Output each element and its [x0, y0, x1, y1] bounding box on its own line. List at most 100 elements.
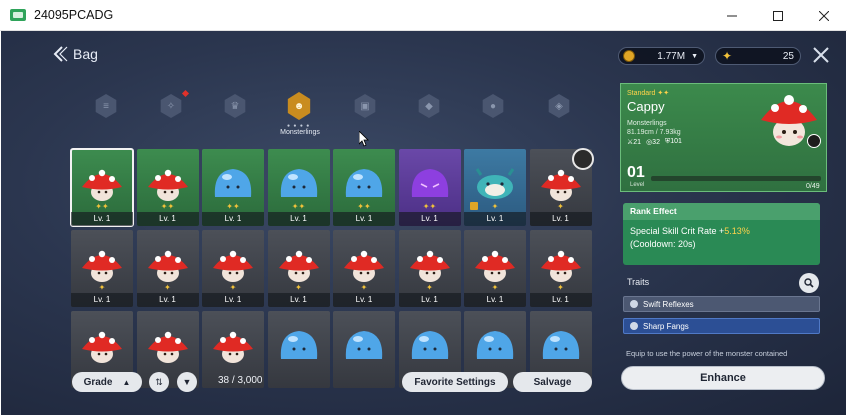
category-tab-box[interactable]: ▣	[352, 93, 378, 119]
mushroom-monster-icon	[540, 250, 581, 282]
window-title: 24095PCADG	[34, 8, 114, 22]
monster-slot[interactable]: ✦ Lv. 1	[529, 230, 592, 307]
rank-stars-icon: ✦	[360, 283, 368, 292]
slot-level: Lv. 1	[464, 212, 526, 226]
slot-level: Lv. 1	[136, 212, 199, 226]
slot-level: Lv. 1	[267, 293, 330, 307]
bag-count: 38 / 3,000	[218, 375, 263, 386]
trait-search-button[interactable]	[799, 273, 819, 293]
category-tab-gift[interactable]: ✧	[158, 89, 190, 119]
monster-slot[interactable]: ✦✦ Lv. 1	[70, 148, 134, 227]
slot-level: Lv. 1	[267, 212, 330, 226]
monster-slot[interactable]: ✦✦ Lv. 1	[398, 149, 461, 226]
slime-monster-icon	[476, 331, 514, 359]
rank-effect-title: Rank Effect	[623, 203, 820, 220]
monster-slot[interactable]: ✦ Lv. 1	[71, 230, 133, 307]
defense-stat: ⛨101	[664, 138, 682, 145]
filter-button[interactable]: ▼	[177, 372, 197, 392]
category-tab-bomb[interactable]: ●	[480, 93, 506, 119]
rank-effect-body: Special Skill Crit Rate +5.13% (Cooldown…	[623, 220, 820, 256]
maximize-icon	[773, 10, 783, 21]
slot-level: Lv. 1	[529, 212, 592, 226]
lock-icon[interactable]	[807, 134, 821, 148]
trait-item[interactable]: Sharp Fangs	[623, 318, 820, 334]
monster-slot[interactable]: ✦ Lv. 1	[464, 230, 526, 307]
gold-coin-icon	[623, 50, 635, 62]
monster-slot[interactable]: ✦ Lv. 1	[464, 149, 526, 226]
monster-slot[interactable]: ✦ Lv. 1	[333, 230, 395, 307]
gold-amount: 1.77M	[657, 50, 686, 62]
profile-avatar[interactable]	[572, 148, 594, 170]
monster-slot[interactable]	[333, 311, 395, 388]
trait-label: Swift Reflexes	[643, 299, 694, 309]
rank-stars-icon: ✦	[491, 202, 499, 211]
monster-slot[interactable]: ✦ Lv. 1	[267, 230, 330, 307]
rank-stars-icon: ✦✦	[95, 202, 109, 211]
grade-sort-button[interactable]: Grade ▲	[72, 372, 142, 392]
slime-monster-icon	[345, 169, 383, 197]
sort-order-button[interactable]: ⇅	[149, 372, 169, 392]
monster-slot[interactable]: ✦✦ Lv. 1	[136, 149, 199, 226]
monster-slot[interactable]: ✦ Lv. 1	[136, 230, 199, 307]
rank-stars-icon: ✦✦	[160, 202, 175, 211]
chevron-down-icon: ▼	[691, 52, 698, 60]
mushroom-monster-icon	[540, 169, 581, 201]
category-tab-crown[interactable]: ♛	[222, 93, 248, 119]
enhance-button[interactable]: Enhance	[621, 366, 825, 390]
attack-stat: ⚔21	[627, 139, 642, 146]
trait-item[interactable]: Swift Reflexes	[623, 296, 820, 312]
level-number: 01	[627, 164, 645, 181]
mushroom-monster-icon	[409, 250, 450, 282]
category-tab-monster[interactable]: ☻	[286, 92, 312, 120]
rank-stars-icon: ✦✦	[291, 202, 306, 211]
close-bag-button[interactable]	[811, 46, 831, 66]
minimize-button[interactable]	[709, 0, 755, 31]
mushroom-monster-icon	[213, 250, 253, 282]
traits-title: Traits	[627, 277, 650, 287]
favorite-settings-button[interactable]: Favorite Settings	[402, 372, 508, 392]
all-icon: ≡	[95, 94, 117, 118]
bomb-icon: ●	[482, 94, 504, 118]
mouse-cursor-icon	[359, 131, 369, 147]
category-tab-gem[interactable]: ◈	[546, 93, 572, 119]
slime-monster-icon	[214, 169, 252, 197]
window-titlebar: 24095PCADG	[0, 0, 847, 31]
monster-stats: ⚔21 ◎32 ⛨101	[627, 138, 682, 146]
grade-label: Grade	[83, 376, 113, 388]
slot-level: Lv. 1	[398, 212, 461, 226]
category-tab-diamond[interactable]: ◆	[416, 93, 442, 119]
monster-slot[interactable]: ✦ Lv. 1	[398, 230, 461, 307]
rank-stars-icon: ✦	[557, 283, 564, 292]
monster-slot[interactable]	[267, 311, 330, 388]
mushroom-monster-icon	[147, 169, 188, 201]
slime-monster-icon	[280, 169, 317, 197]
monster-slot[interactable]: ✦✦ Lv. 1	[267, 149, 330, 226]
monster-slot[interactable]: ✦✦ Lv. 1	[333, 149, 395, 226]
axolotl-monster-icon	[475, 168, 515, 199]
filter-icon: ▼	[182, 377, 192, 387]
monster-slot[interactable]: ✦✦ Lv. 1	[202, 149, 264, 226]
mushroom-monster-icon	[344, 250, 384, 282]
maximize-button[interactable]	[755, 0, 801, 31]
category-tab-all[interactable]: ≡	[93, 93, 119, 119]
back-arrow-icon	[53, 46, 68, 62]
monster-slot[interactable]: ✦ Lv. 1	[202, 230, 264, 307]
monster-size: 81.19cm / 7.93kg	[627, 129, 681, 136]
slot-level: Lv. 1	[136, 293, 199, 307]
diamond-icon: ◆	[418, 94, 440, 118]
paw-icon	[630, 300, 638, 308]
rank-stars-icon: ✦	[229, 283, 237, 292]
sort-arrows-icon: ⇅	[155, 376, 163, 387]
gold-currency[interactable]: 1.77M ▼	[618, 47, 705, 65]
back-button[interactable]: Bag	[53, 45, 98, 63]
rank-stars-icon: ✦	[491, 283, 499, 292]
rank-stars-icon: ✦	[295, 283, 302, 292]
rank-stars-icon: ✦✦	[657, 90, 670, 97]
close-window-button[interactable]	[801, 0, 847, 31]
minimize-icon	[727, 15, 737, 16]
crossed-swords-icon	[813, 47, 829, 63]
trait-label: Sharp Fangs	[643, 321, 689, 331]
salvage-button[interactable]: Salvage	[513, 372, 592, 392]
star-currency[interactable]: ✦ 25	[715, 47, 801, 65]
slime-monster-icon	[280, 331, 317, 359]
